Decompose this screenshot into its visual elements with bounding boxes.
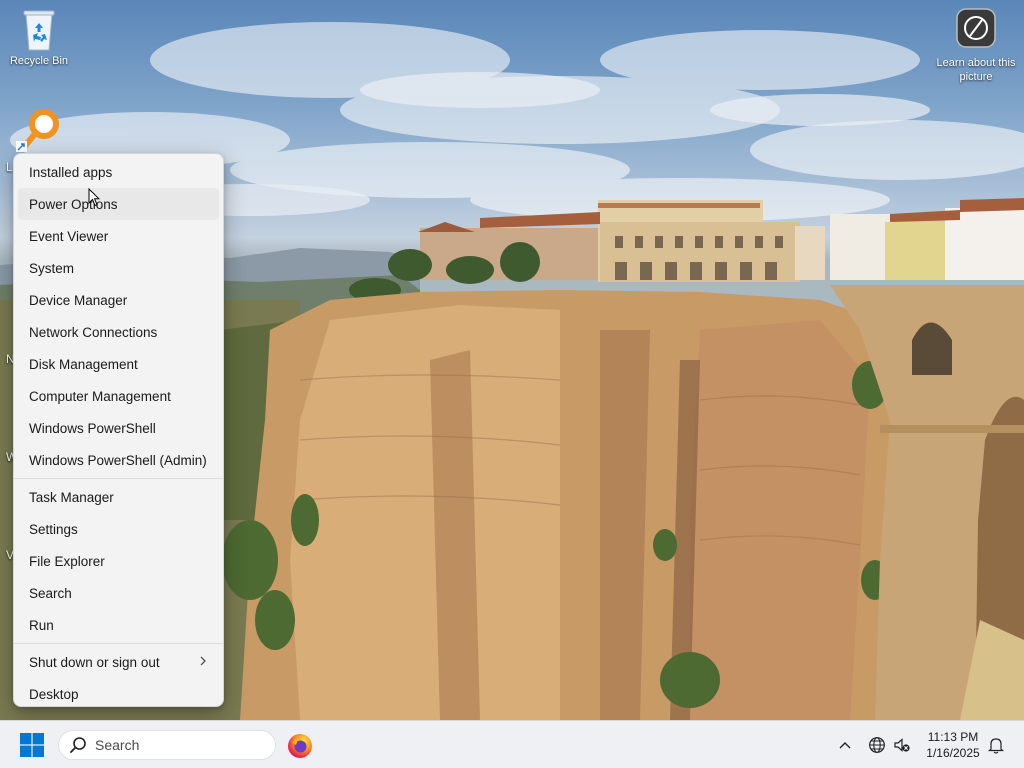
- menu-item-label: Power Options: [29, 196, 118, 212]
- menu-item-label: Computer Management: [29, 388, 171, 404]
- desktop-shortcut-icon[interactable]: [16, 104, 66, 154]
- start-button[interactable]: [14, 731, 50, 759]
- notifications-button[interactable]: [986, 735, 1006, 755]
- desktop-icon-recycle-bin[interactable]: Recycle Bin: [4, 6, 74, 68]
- menu-item-network-connections[interactable]: Network Connections: [18, 316, 219, 348]
- menu-item-label: Installed apps: [29, 164, 113, 180]
- menu-item-label: Run: [29, 617, 54, 633]
- taskbar-search-box[interactable]: [58, 730, 276, 760]
- menu-item-power-options[interactable]: Power Options: [18, 188, 219, 220]
- search-app-icon: [16, 109, 59, 152]
- menu-item-system[interactable]: System: [18, 252, 219, 284]
- volume-status-button[interactable]: [892, 735, 912, 755]
- show-hidden-icons-button[interactable]: [835, 735, 855, 755]
- globe-icon: [869, 737, 885, 753]
- menu-item-label: Windows PowerShell: [29, 420, 156, 436]
- menu-item-settings[interactable]: Settings: [18, 513, 219, 545]
- chevron-right-icon: [200, 656, 206, 666]
- menu-item-label: Network Connections: [29, 324, 158, 340]
- bell-icon: [988, 738, 1004, 754]
- menu-item-windows-powershell[interactable]: Windows PowerShell: [18, 412, 219, 444]
- menu-item-label: Device Manager: [29, 292, 128, 308]
- menu-item-label: Settings: [29, 521, 78, 537]
- search-icon: [70, 737, 86, 753]
- menu-item-label: Task Manager: [29, 489, 114, 505]
- taskbar: 11:13 PM 1/16/2025: [0, 720, 1024, 768]
- clock-date: 1/16/2025: [926, 746, 980, 760]
- menu-item-label: System: [29, 260, 75, 276]
- recycle-bin-icon: [21, 6, 57, 52]
- menu-item-disk-management[interactable]: Disk Management: [18, 348, 219, 380]
- menu-item-label: Event Viewer: [29, 228, 109, 244]
- desktop-icon-label: Recycle Bin: [9, 55, 69, 67]
- network-status-button[interactable]: [867, 735, 887, 755]
- menu-separator: [14, 643, 223, 644]
- menu-item-label: Shut down or sign out: [29, 654, 160, 670]
- menu-item-computer-management[interactable]: Computer Management: [18, 380, 219, 412]
- menu-item-task-manager[interactable]: Task Manager: [18, 481, 219, 513]
- menu-item-label: Search: [29, 585, 72, 601]
- menu-item-label: Windows PowerShell (Admin): [29, 452, 207, 468]
- menu-item-label: File Explorer: [29, 553, 105, 569]
- menu-item-run[interactable]: Run: [18, 609, 219, 641]
- menu-separator: [14, 478, 223, 479]
- desktop-icon-learn-about-picture[interactable]: Learn about this picture: [936, 8, 1016, 84]
- taskbar-clock[interactable]: 11:13 PM 1/16/2025: [918, 729, 988, 761]
- menu-item-device-manager[interactable]: Device Manager: [18, 284, 219, 316]
- desktop-icon-label: Learn about this picture: [936, 57, 1016, 83]
- clock-time: 11:13 PM: [927, 730, 979, 744]
- menu-item-event-viewer[interactable]: Event Viewer: [18, 220, 219, 252]
- camera-info-icon: [956, 8, 996, 48]
- menu-item-shut-down-or-sign-out[interactable]: Shut down or sign out: [18, 646, 219, 678]
- menu-item-windows-powershell-admin[interactable]: Windows PowerShell (Admin): [18, 444, 219, 476]
- speaker-muted-icon: [894, 738, 910, 752]
- search-input[interactable]: [95, 737, 255, 753]
- desktop-icon-label-fragment: L: [6, 160, 13, 174]
- chevron-up-icon: [839, 742, 851, 749]
- mouse-cursor-icon: [88, 188, 100, 207]
- menu-item-label: Desktop: [29, 686, 79, 702]
- menu-item-desktop[interactable]: Desktop: [18, 678, 219, 710]
- menu-item-installed-apps[interactable]: Installed apps: [18, 156, 219, 188]
- menu-item-label: Disk Management: [29, 356, 138, 372]
- firefox-icon: [288, 734, 312, 758]
- winx-context-menu: Installed apps Power Options Event Viewe…: [13, 153, 224, 707]
- taskbar-app-firefox[interactable]: [287, 733, 313, 759]
- menu-item-file-explorer[interactable]: File Explorer: [18, 545, 219, 577]
- menu-item-search[interactable]: Search: [18, 577, 219, 609]
- windows-logo-icon: [20, 733, 44, 757]
